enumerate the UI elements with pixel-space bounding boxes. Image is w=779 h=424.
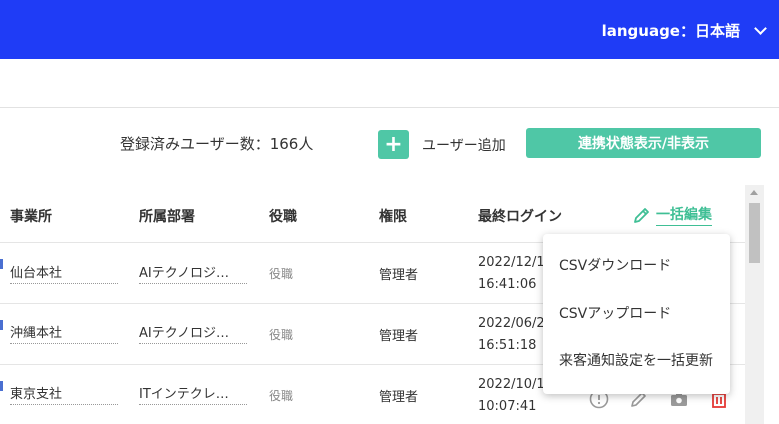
row-last-login: 2022/12/1 16:41:06: [478, 252, 545, 296]
bulk-edit-button[interactable]: 一括編集: [632, 204, 712, 226]
pencil-icon: [634, 208, 649, 223]
row-office[interactable]: 仙台本社: [10, 262, 118, 284]
row-last-login: 2022/10/1 10:07:41: [478, 374, 545, 418]
scrollbar-thumb[interactable]: [749, 203, 760, 263]
login-date: 2022/06/2: [478, 316, 545, 331]
row-permission: 管理者: [379, 268, 419, 283]
plus-icon: +: [384, 132, 403, 157]
login-date: 2022/12/1: [478, 255, 545, 270]
column-header-last-login: 最終ログイン: [478, 209, 562, 225]
row-last-login: 2022/06/2 16:51:18: [478, 313, 545, 357]
row-permission: 管理者: [379, 390, 419, 405]
row-position: 役職: [269, 328, 294, 342]
row-marker: [0, 259, 3, 269]
column-header-office: 事業所: [10, 209, 52, 225]
scroll-up-arrow-icon[interactable]: [750, 190, 758, 195]
row-department[interactable]: AIテクノロジ…: [139, 322, 247, 344]
add-user-label[interactable]: ユーザー追加: [422, 135, 506, 155]
language-selector[interactable]: language：日本語: [601, 20, 767, 41]
row-position: 役職: [269, 389, 294, 403]
language-label: language：日本語: [601, 22, 740, 40]
row-office[interactable]: 東京支社: [10, 383, 118, 405]
bulk-edit-menu: CSVダウンロード CSVアップロード 来客通知設定を一括更新: [543, 234, 730, 394]
column-header-department: 所属部署: [139, 209, 195, 225]
login-date: 2022/10/1: [478, 377, 545, 392]
toggle-link-status-button[interactable]: 連携状態表示/非表示: [526, 128, 761, 158]
row-permission: 管理者: [379, 329, 419, 344]
top-bar: language：日本語: [0, 0, 779, 59]
sub-header: [0, 59, 779, 108]
menu-item-bulk-visitor-notification[interactable]: 来客通知設定を一括更新: [559, 350, 713, 370]
login-time: 10:07:41: [478, 399, 537, 414]
add-user-button[interactable]: +: [378, 130, 409, 159]
user-count: 登録済みユーザー数：166人: [120, 135, 314, 153]
column-header-permission: 権限: [379, 209, 407, 225]
row-department[interactable]: AIテクノロジ…: [139, 262, 247, 284]
menu-item-csv-upload[interactable]: CSVアップロード: [559, 303, 671, 323]
row-position: 役職: [269, 267, 294, 281]
row-office[interactable]: 沖縄本社: [10, 322, 118, 344]
login-time: 16:41:06: [478, 277, 537, 292]
row-department[interactable]: ITインテクレ…: [139, 383, 247, 405]
vertical-scrollbar[interactable]: [745, 185, 764, 424]
menu-item-csv-download[interactable]: CSVダウンロード: [559, 255, 671, 275]
login-time: 16:51:18: [478, 338, 537, 353]
column-header-position: 役職: [269, 209, 297, 225]
bulk-edit-label: 一括編集: [656, 204, 712, 226]
row-marker: [0, 320, 3, 330]
row-marker: [0, 381, 3, 391]
chevron-down-icon: [754, 21, 767, 35]
